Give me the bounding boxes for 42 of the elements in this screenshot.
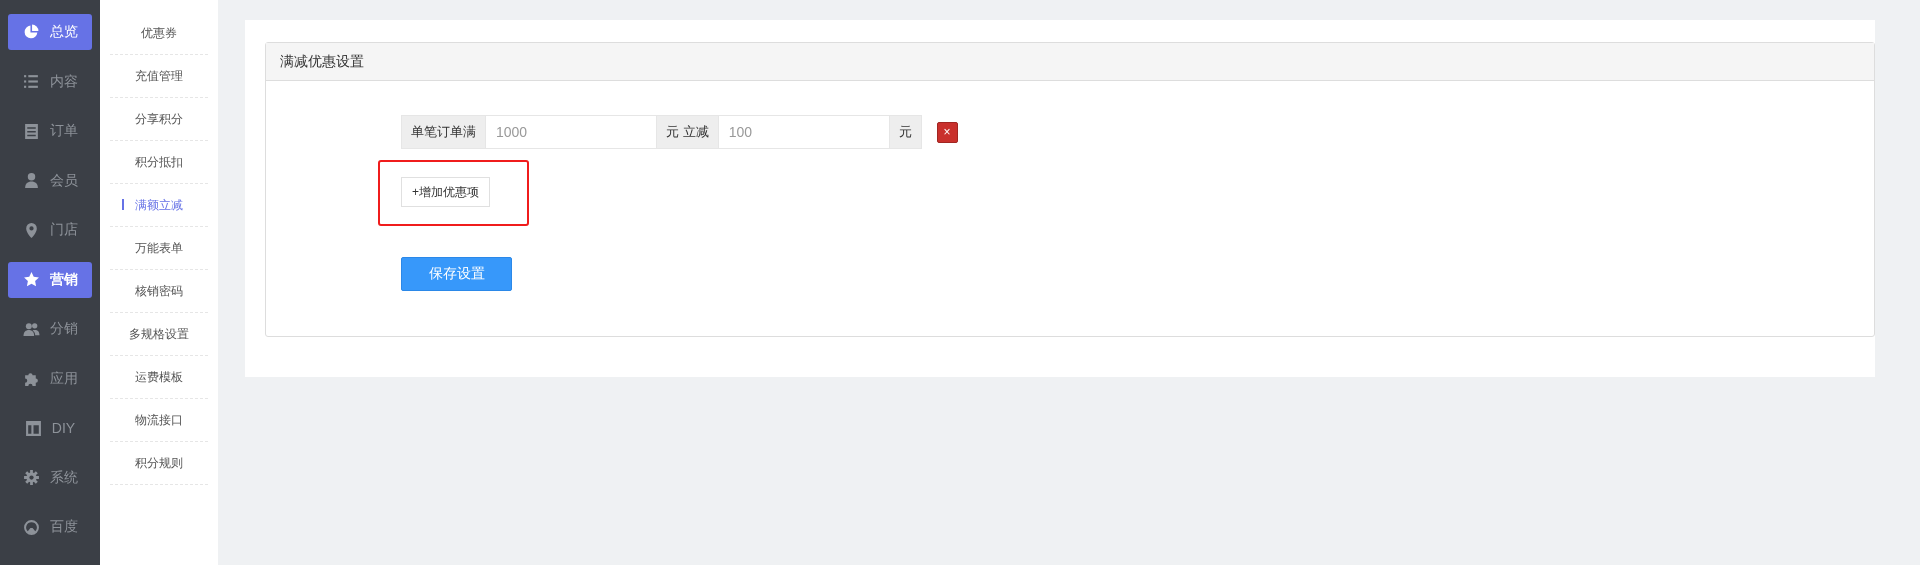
star-icon: [22, 271, 40, 288]
dial-icon: [22, 518, 40, 536]
submenu-item[interactable]: 充值管理: [110, 55, 208, 98]
nav-item[interactable]: 内容: [8, 63, 92, 100]
nav-item[interactable]: DIY: [8, 410, 92, 446]
discount-field[interactable]: 100: [718, 115, 889, 149]
nav-item[interactable]: 应用: [8, 360, 92, 397]
delete-button[interactable]: ×: [936, 121, 958, 143]
submenu-item[interactable]: 优惠券: [110, 12, 208, 55]
threshold-field[interactable]: 1000: [486, 115, 656, 149]
nav-item[interactable]: 营销: [8, 261, 92, 298]
puzzle-icon: [22, 370, 40, 387]
nav-item[interactable]: 门店: [8, 212, 92, 248]
settings-icon: [22, 469, 40, 486]
save-button[interactable]: 保存设置: [401, 257, 512, 291]
active-indicator: [122, 199, 124, 210]
nav-item[interactable]: 百度: [8, 509, 92, 545]
submenu-item[interactable]: 积分抵扣: [110, 141, 208, 184]
discount-label: 元 立减: [656, 115, 719, 149]
layout-icon: [24, 419, 42, 437]
nav-item[interactable]: 总览: [8, 14, 92, 50]
submenu-item[interactable]: 万能表单: [110, 227, 208, 270]
submenu-item[interactable]: 积分规则: [110, 442, 208, 485]
submenu-item[interactable]: 多规格设置: [110, 313, 208, 356]
pie-chart-icon: [22, 23, 40, 41]
nav-item[interactable]: 系统: [8, 459, 92, 496]
unit-label: 元: [888, 115, 922, 149]
users-icon: [22, 320, 40, 338]
nav-item[interactable]: 会员: [8, 162, 92, 199]
submenu-item[interactable]: 满额立减: [110, 184, 208, 227]
add-item-button[interactable]: +增加优惠项: [401, 177, 490, 207]
list-icon: [22, 73, 40, 90]
submenu-item[interactable]: 核销密码: [110, 270, 208, 313]
submenu-item[interactable]: 物流接口: [110, 399, 208, 442]
submenu-item[interactable]: 运费模板: [110, 356, 208, 399]
submenu-item[interactable]: 分享积分: [110, 98, 208, 141]
document-icon: [22, 122, 40, 140]
card-header: 满减优惠设置: [266, 43, 1874, 81]
nav-item[interactable]: 分销: [8, 311, 92, 347]
threshold-label: 单笔订单满: [401, 115, 486, 149]
nav-item[interactable]: 订单: [8, 113, 92, 149]
user-icon: [22, 172, 40, 189]
